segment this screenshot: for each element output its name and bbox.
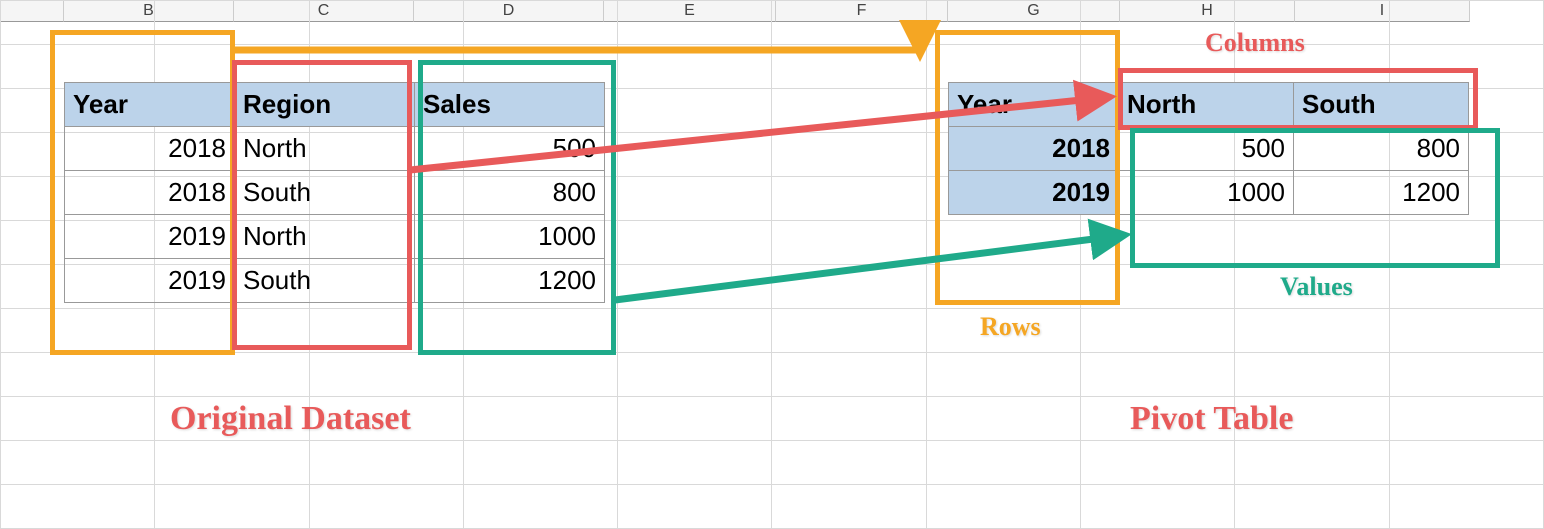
src-cell[interactable]: 2019: [65, 215, 235, 259]
src-cell[interactable]: South: [235, 171, 415, 215]
pivot-table[interactable]: Year North South 2018 500 800 2019 1000 …: [948, 82, 1469, 215]
pivot-cell[interactable]: 800: [1294, 127, 1469, 171]
source-table[interactable]: Year Region Sales 2018 North 500 2018 So…: [64, 82, 605, 303]
src-cell[interactable]: North: [235, 127, 415, 171]
table-row[interactable]: 2019 1000 1200: [949, 171, 1469, 215]
src-header-year[interactable]: Year: [65, 83, 235, 127]
src-header-region[interactable]: Region: [235, 83, 415, 127]
table-row[interactable]: 2018 North 500: [65, 127, 605, 171]
table-row[interactable]: 2018 500 800: [949, 127, 1469, 171]
src-cell[interactable]: 1200: [415, 259, 605, 303]
pivot-corner[interactable]: Year: [949, 83, 1119, 127]
pivot-row-label[interactable]: 2018: [949, 127, 1119, 171]
src-cell[interactable]: 800: [415, 171, 605, 215]
pivot-cell[interactable]: 1200: [1294, 171, 1469, 215]
pivot-col-header[interactable]: South: [1294, 83, 1469, 127]
src-cell[interactable]: 500: [415, 127, 605, 171]
src-cell[interactable]: 2019: [65, 259, 235, 303]
table-row[interactable]: 2019 North 1000: [65, 215, 605, 259]
src-cell[interactable]: 2018: [65, 171, 235, 215]
src-cell[interactable]: 1000: [415, 215, 605, 259]
pivot-cell[interactable]: 500: [1119, 127, 1294, 171]
src-cell[interactable]: South: [235, 259, 415, 303]
pivot-col-header[interactable]: North: [1119, 83, 1294, 127]
src-cell[interactable]: 2018: [65, 127, 235, 171]
table-row[interactable]: 2018 South 800: [65, 171, 605, 215]
src-cell[interactable]: North: [235, 215, 415, 259]
pivot-row-label[interactable]: 2019: [949, 171, 1119, 215]
table-row[interactable]: 2019 South 1200: [65, 259, 605, 303]
pivot-cell[interactable]: 1000: [1119, 171, 1294, 215]
src-header-sales[interactable]: Sales: [415, 83, 605, 127]
